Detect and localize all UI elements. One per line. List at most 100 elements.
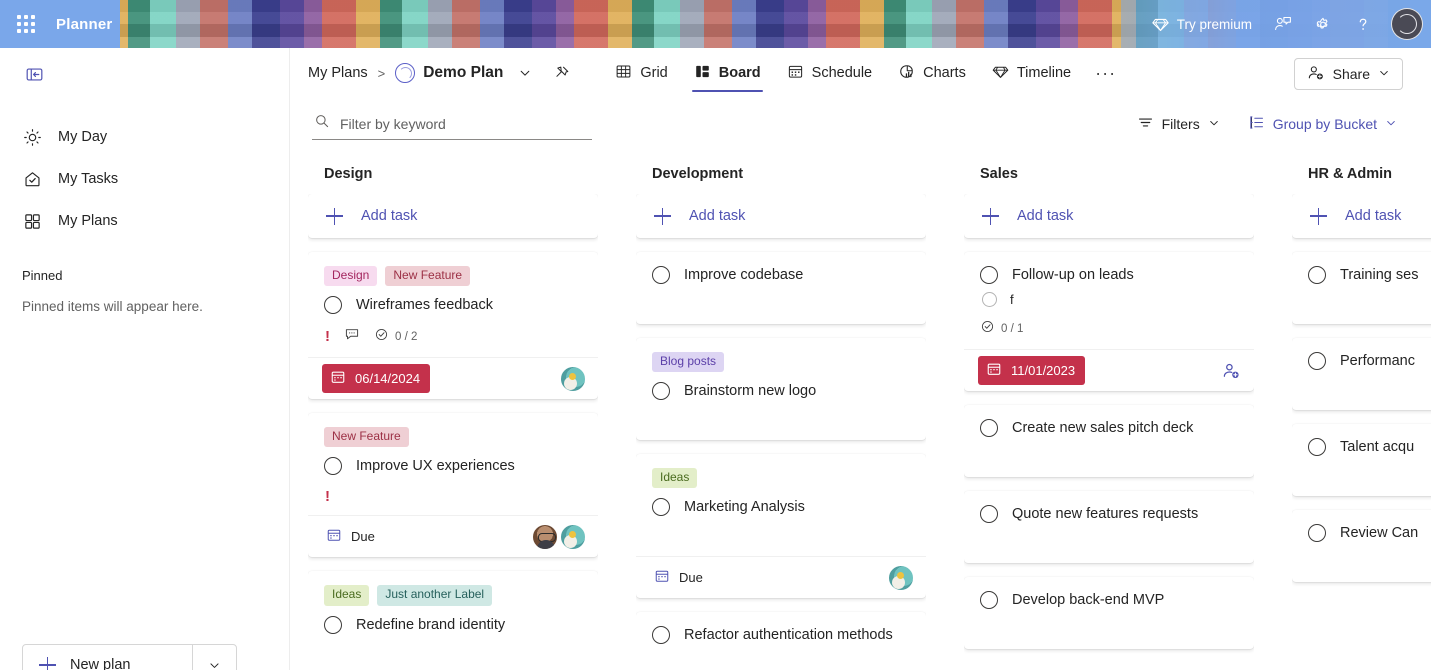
subtask-checkbox[interactable] bbox=[982, 292, 997, 307]
sidebar-item-my-plans[interactable]: My Plans bbox=[12, 202, 277, 240]
search-box[interactable] bbox=[312, 108, 592, 140]
feedback-button[interactable] bbox=[1265, 7, 1301, 41]
task-label[interactable]: New Feature bbox=[385, 266, 470, 286]
task-complete-checkbox[interactable] bbox=[1308, 266, 1326, 284]
add-task-card[interactable]: Add task bbox=[636, 194, 926, 238]
new-plan-split-button[interactable]: New plan bbox=[22, 644, 237, 670]
task-complete-checkbox[interactable] bbox=[1308, 524, 1326, 542]
task-card[interactable]: New FeatureImprove UX experiences!Due bbox=[308, 413, 598, 557]
task-card[interactable]: IdeasJust another LabelRedefine brand id… bbox=[308, 571, 598, 670]
breadcrumb-my-plans[interactable]: My Plans bbox=[308, 65, 368, 81]
task-complete-checkbox[interactable] bbox=[1308, 352, 1326, 370]
task-complete-checkbox[interactable] bbox=[652, 382, 670, 400]
task-title-row: Performanc bbox=[1308, 352, 1431, 370]
task-label[interactable]: Ideas bbox=[652, 468, 697, 488]
task-card[interactable]: Training ses bbox=[1292, 252, 1431, 324]
add-task-button[interactable]: Add task bbox=[964, 194, 1254, 238]
top-bar: Planner Try premium bbox=[0, 0, 1431, 48]
new-plan-dropdown-button[interactable] bbox=[192, 645, 236, 670]
add-task-card[interactable]: Add task bbox=[308, 194, 598, 238]
pin-plan-button[interactable] bbox=[547, 59, 575, 87]
bucket-title[interactable]: Design bbox=[308, 160, 598, 194]
filters-button[interactable]: Filters bbox=[1127, 108, 1230, 140]
task-meta-row bbox=[1308, 296, 1431, 314]
tab-grid[interactable]: Grid bbox=[603, 48, 679, 98]
task-card[interactable]: IdeasMarketing AnalysisDue bbox=[636, 454, 926, 598]
assign-person-button[interactable] bbox=[1220, 360, 1242, 382]
task-card[interactable]: Talent acqu bbox=[1292, 424, 1431, 496]
group-by-button[interactable]: Group by Bucket bbox=[1238, 108, 1407, 140]
tab-label-charts: Charts bbox=[923, 65, 966, 81]
task-complete-checkbox[interactable] bbox=[324, 457, 342, 475]
avatar[interactable] bbox=[532, 524, 558, 550]
due-date-button[interactable]: Due bbox=[650, 564, 707, 591]
account-avatar[interactable] bbox=[1391, 8, 1423, 40]
task-card[interactable]: Develop back-end MVP bbox=[964, 577, 1254, 649]
add-task-label: Add task bbox=[361, 208, 417, 224]
help-button[interactable] bbox=[1345, 7, 1381, 41]
new-plan-button[interactable]: New plan bbox=[23, 645, 192, 670]
task-card-body: Training ses bbox=[1292, 252, 1431, 324]
collapse-nav-button[interactable] bbox=[18, 60, 50, 88]
checklist-count: 0 / 1 bbox=[1001, 323, 1023, 335]
bucket-title[interactable]: HR & Admin bbox=[1292, 160, 1431, 194]
add-task-card[interactable]: Add task bbox=[964, 194, 1254, 238]
add-task-button[interactable]: Add task bbox=[636, 194, 926, 238]
more-views-button[interactable]: ··· bbox=[1085, 48, 1126, 98]
due-date-overdue-badge[interactable]: 11/01/2023 bbox=[978, 356, 1085, 385]
tab-board[interactable]: Board bbox=[682, 48, 773, 98]
avatar[interactable] bbox=[888, 565, 914, 591]
command-bar: My Plans > Demo Plan bbox=[290, 48, 1431, 98]
task-label[interactable]: Just another Label bbox=[377, 585, 492, 605]
add-task-button[interactable]: Add task bbox=[308, 194, 598, 238]
add-task-card[interactable]: Add task bbox=[1292, 194, 1431, 238]
task-title: Develop back-end MVP bbox=[1012, 592, 1164, 608]
task-card[interactable]: Performanc bbox=[1292, 338, 1431, 410]
task-complete-checkbox[interactable] bbox=[652, 626, 670, 644]
tab-schedule[interactable]: Schedule bbox=[775, 48, 884, 98]
plan-options-button[interactable] bbox=[511, 59, 539, 87]
due-date-overdue-badge[interactable]: 06/14/2024 bbox=[322, 364, 430, 393]
task-complete-checkbox[interactable] bbox=[980, 266, 998, 284]
bucket-title[interactable]: Sales bbox=[964, 160, 1254, 194]
sidebar-item-my-tasks[interactable]: My Tasks bbox=[12, 160, 277, 198]
task-complete-checkbox[interactable] bbox=[1308, 438, 1326, 456]
share-button[interactable]: Share bbox=[1294, 58, 1403, 90]
task-complete-checkbox[interactable] bbox=[980, 505, 998, 523]
sidebar-item-my-day[interactable]: My Day bbox=[12, 118, 277, 156]
avatar[interactable] bbox=[560, 366, 586, 392]
task-label[interactable]: Design bbox=[324, 266, 377, 286]
task-card[interactable]: Create new sales pitch deck bbox=[964, 405, 1254, 477]
task-label[interactable]: Ideas bbox=[324, 585, 369, 605]
task-card[interactable]: DesignNew FeatureWireframes feedback!0 /… bbox=[308, 252, 598, 399]
task-label[interactable]: New Feature bbox=[324, 427, 409, 447]
try-premium-button[interactable]: Try premium bbox=[1143, 7, 1261, 41]
task-complete-checkbox[interactable] bbox=[324, 296, 342, 314]
task-complete-checkbox[interactable] bbox=[980, 419, 998, 437]
task-label[interactable]: Blog posts bbox=[652, 352, 724, 372]
due-date-button[interactable]: Due bbox=[322, 523, 379, 550]
task-complete-checkbox[interactable] bbox=[652, 498, 670, 516]
task-card[interactable]: Review Can bbox=[1292, 510, 1431, 582]
task-card-body: Improve codebase bbox=[636, 252, 926, 324]
avatar[interactable] bbox=[560, 524, 586, 550]
settings-button[interactable] bbox=[1305, 7, 1341, 41]
task-card[interactable]: Refactor authentication methods bbox=[636, 612, 926, 670]
task-title-row: Review Can bbox=[1308, 524, 1431, 542]
app-launcher-button[interactable] bbox=[10, 8, 42, 40]
bucket-title[interactable]: Development bbox=[636, 160, 926, 194]
task-complete-checkbox[interactable] bbox=[324, 616, 342, 634]
add-task-button[interactable]: Add task bbox=[1292, 194, 1431, 238]
tab-charts[interactable]: Charts bbox=[886, 48, 978, 98]
search-input[interactable] bbox=[340, 116, 588, 132]
task-card[interactable]: Blog postsBrainstorm new logo bbox=[636, 338, 926, 440]
task-card[interactable]: Quote new features requests bbox=[964, 491, 1254, 563]
task-card[interactable]: Improve codebase bbox=[636, 252, 926, 324]
task-complete-checkbox[interactable] bbox=[652, 266, 670, 284]
tab-timeline[interactable]: Timeline bbox=[980, 48, 1083, 98]
diamond-icon bbox=[1152, 15, 1170, 33]
task-card-footer: 11/01/2023 bbox=[964, 349, 1254, 391]
task-complete-checkbox[interactable] bbox=[980, 591, 998, 609]
task-card-body: Refactor authentication methods bbox=[636, 612, 926, 670]
task-card[interactable]: Follow-up on leadsf0 / 111/01/2023 bbox=[964, 252, 1254, 391]
